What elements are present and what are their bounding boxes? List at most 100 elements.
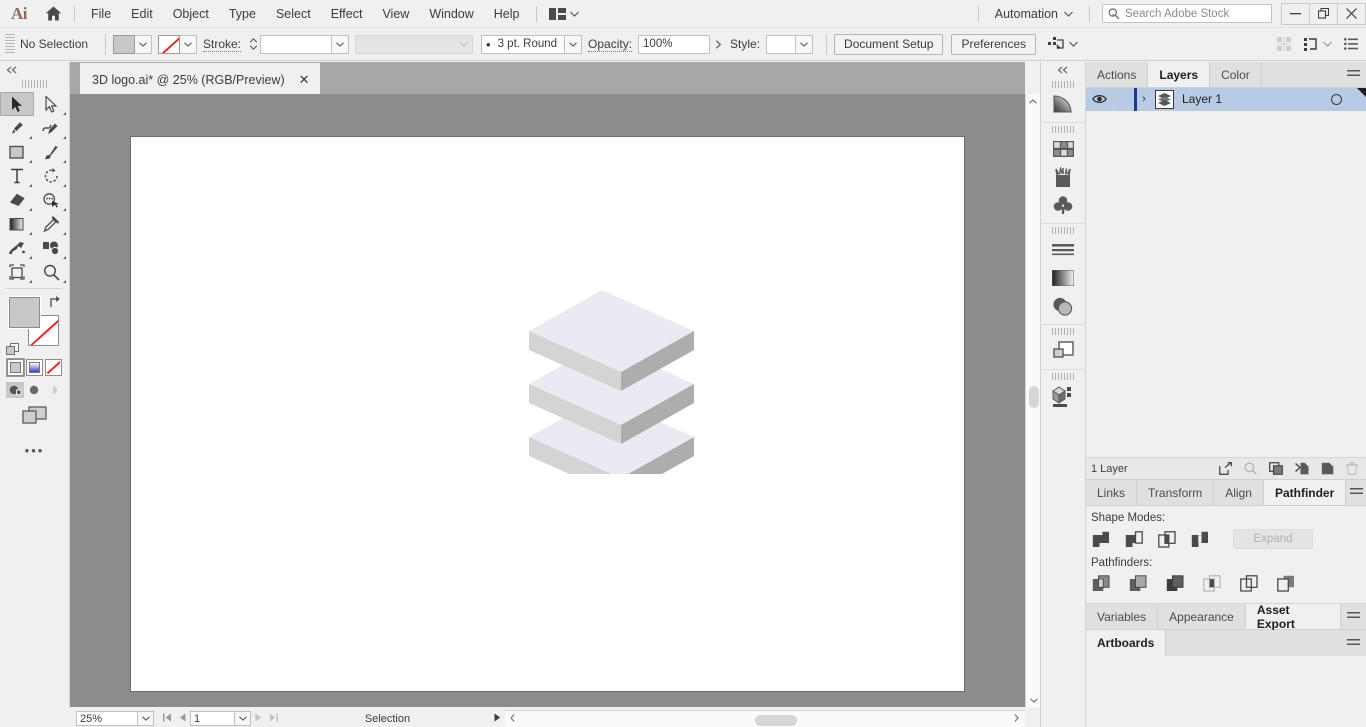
crop-button[interactable] <box>1202 573 1222 593</box>
vertical-scroll-thumb[interactable] <box>1029 386 1039 408</box>
rail-grip[interactable] <box>1052 126 1074 133</box>
tab-align[interactable]: Align <box>1214 480 1264 505</box>
close-button[interactable] <box>1337 2 1366 25</box>
gradient-panel-icon[interactable] <box>1041 90 1085 118</box>
divide-button[interactable] <box>1091 573 1111 593</box>
stroke-color-swatch[interactable] <box>158 34 180 54</box>
zoom-tool[interactable] <box>34 260 68 284</box>
minus-back-button[interactable] <box>1276 573 1296 593</box>
layers-panel-menu-button[interactable] <box>1340 62 1366 87</box>
delete-selection-icon[interactable] <box>1346 462 1358 475</box>
color-button[interactable] <box>6 358 25 377</box>
rail-grip[interactable] <box>1052 328 1074 335</box>
type-tool[interactable] <box>0 164 34 188</box>
tab-links[interactable]: Links <box>1086 480 1138 505</box>
tab-artboards[interactable]: Artboards <box>1086 630 1167 656</box>
paintbrush-tool[interactable] <box>34 140 68 164</box>
create-new-layer-icon[interactable] <box>1321 462 1334 475</box>
stroke-weight-input[interactable] <box>260 34 333 54</box>
draw-inside-button[interactable] <box>44 382 62 398</box>
expand-button[interactable]: Expand <box>1233 529 1313 549</box>
symbols-panel-icon[interactable] <box>1041 191 1085 219</box>
scroll-up-arrow-icon[interactable] <box>1026 94 1040 108</box>
release-to-layers-icon[interactable] <box>1219 462 1232 475</box>
screen-mode-button[interactable] <box>0 398 69 425</box>
fill-dropdown-chevron[interactable] <box>135 34 152 54</box>
home-icon[interactable] <box>38 0 68 28</box>
tab-pathfinder[interactable]: Pathfinder <box>1263 480 1347 505</box>
menu-window[interactable]: Window <box>419 0 483 28</box>
select-similar-options[interactable] <box>1048 36 1079 52</box>
direct-selection-tool[interactable] <box>34 92 68 116</box>
layer-row-layer-1[interactable]: › Layer 1 <box>1086 87 1366 111</box>
pen-tool[interactable] <box>0 116 34 140</box>
locate-object-icon[interactable] <box>1244 462 1257 475</box>
trim-button[interactable] <box>1128 573 1148 593</box>
asset-export-panel-menu-button[interactable] <box>1341 604 1366 629</box>
rail-grip[interactable] <box>1052 81 1074 88</box>
layer-name[interactable]: Layer 1 <box>1182 92 1222 106</box>
gradient-button[interactable] <box>26 359 43 376</box>
align-panel-icon[interactable] <box>1277 36 1292 52</box>
tools-panel-grip[interactable] <box>21 80 48 88</box>
opacity-expand-icon[interactable] <box>710 35 726 54</box>
minimize-button[interactable] <box>1281 2 1310 25</box>
menu-view[interactable]: View <box>372 0 419 28</box>
document-tab[interactable]: 3D logo.ai* @ 25% (RGB/Preview) ✕ <box>80 63 320 94</box>
close-icon[interactable]: ✕ <box>299 73 310 86</box>
preferences-button[interactable]: Preferences <box>951 33 1037 55</box>
gradient-tool[interactable] <box>0 212 34 236</box>
tab-transform[interactable]: Transform <box>1137 480 1215 505</box>
menu-object[interactable]: Object <box>163 0 219 28</box>
brushes-panel-icon[interactable] <box>1041 163 1085 191</box>
layer-visibility-toggle[interactable] <box>1086 94 1112 104</box>
layer-target-indicator[interactable] <box>1331 93 1342 105</box>
menu-select[interactable]: Select <box>266 0 321 28</box>
artboards-panel-menu-button[interactable] <box>1340 630 1366 656</box>
eyedropper-tool[interactable] <box>34 212 68 236</box>
unite-button[interactable] <box>1091 529 1111 549</box>
three-d-panel-icon[interactable] <box>1041 382 1085 410</box>
artboard-number-chevron[interactable] <box>235 711 251 726</box>
none-button[interactable] <box>45 359 62 376</box>
scroll-left-arrow-icon[interactable] <box>505 714 519 724</box>
fill-color-swatch[interactable] <box>113 34 135 54</box>
automation-dropdown[interactable]: Automation <box>985 0 1083 28</box>
graph-tool[interactable] <box>34 236 68 260</box>
shape-builder-tool[interactable] <box>34 188 68 212</box>
status-menu-arrow-icon[interactable] <box>494 713 505 725</box>
maximize-restore-button[interactable] <box>1309 2 1338 25</box>
rail-grip[interactable] <box>1052 373 1074 380</box>
swatches-panel-icon[interactable] <box>1041 135 1085 163</box>
zoom-level-chevron[interactable] <box>138 711 154 726</box>
canvas-horizontal-scrollbar[interactable] <box>505 710 1025 727</box>
style-chevron[interactable] <box>796 34 814 54</box>
stroke-panel-icon[interactable] <box>1041 236 1085 264</box>
rail-collapse-button[interactable] <box>1041 62 1085 78</box>
menu-file[interactable]: File <box>81 0 121 28</box>
gradient2-panel-icon[interactable] <box>1041 264 1085 292</box>
fill-color-box[interactable] <box>8 296 41 329</box>
scroll-down-arrow-icon[interactable] <box>1026 693 1041 707</box>
distribute-dropdown[interactable] <box>1304 37 1332 51</box>
layer-expand-chevron-icon[interactable]: › <box>1137 93 1151 105</box>
stroke-dropdown-chevron[interactable] <box>180 34 197 54</box>
symbol-sprayer-tool[interactable] <box>0 236 34 260</box>
draw-behind-button[interactable] <box>25 382 43 398</box>
brush-definition-select[interactable]: • 3 pt. Round <box>481 34 566 54</box>
artboard-tool[interactable] <box>0 260 34 284</box>
arrange-documents-button[interactable] <box>543 0 585 28</box>
artboard[interactable] <box>130 136 965 692</box>
menu-effect[interactable]: Effect <box>321 0 373 28</box>
tab-variables[interactable]: Variables <box>1086 604 1159 629</box>
artwork-3d-logo[interactable] <box>529 279 694 497</box>
draw-normal-button[interactable] <box>6 382 24 398</box>
brush-chevron[interactable] <box>565 34 583 54</box>
tools-collapse-button[interactable] <box>0 62 69 78</box>
menu-help[interactable]: Help <box>484 0 530 28</box>
make-clipping-mask-icon[interactable] <box>1269 462 1283 475</box>
variable-width-profile-select[interactable] <box>355 34 474 54</box>
merge-button[interactable] <box>1165 573 1185 593</box>
graphic-style-select[interactable] <box>766 34 797 54</box>
next-artboard-button[interactable] <box>251 713 266 725</box>
